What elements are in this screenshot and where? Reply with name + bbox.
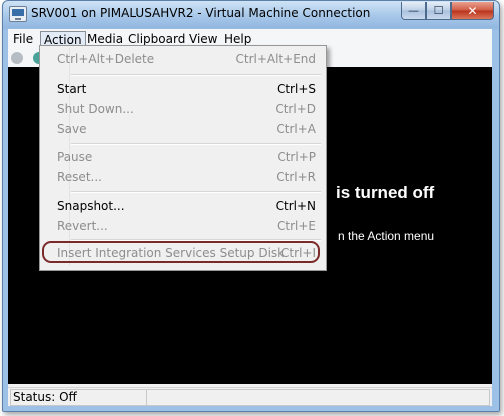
maximize-button[interactable]: ☐ (426, 2, 451, 20)
menu-item-shortcut: Ctrl+R (276, 170, 316, 184)
menu-separator (71, 191, 321, 193)
minimize-button[interactable]: — (401, 2, 426, 20)
menu-item-label: Snapshot... (57, 199, 125, 213)
menu-item-shortcut: Ctrl+Alt+End (235, 52, 316, 66)
status-text: Status: Off (10, 389, 147, 406)
menu-item-reset[interactable]: Reset... Ctrl+R (42, 167, 322, 187)
menu-item-label: Reset... (57, 170, 102, 184)
title-bar[interactable]: SRV001 on PIMALUSAHVR2 - Virtual Machine… (3, 1, 499, 29)
menu-item-shortcut: Ctrl+E (277, 219, 316, 233)
menu-item-snapshot[interactable]: Snapshot... Ctrl+N (42, 196, 322, 216)
minimize-icon: — (408, 4, 419, 17)
menu-item-pause[interactable]: Pause Ctrl+P (42, 147, 322, 167)
menu-item-shut-down[interactable]: Shut Down... Ctrl+D (42, 99, 322, 119)
menu-item-label: Pause (57, 150, 93, 164)
status-bar: Status: Off (8, 387, 492, 406)
vm-connection-app-icon (9, 6, 27, 22)
menu-item-shortcut: Ctrl+A (276, 122, 316, 136)
menu-item-ctrl-alt-delete[interactable]: Ctrl+Alt+Delete Ctrl+Alt+End (42, 49, 322, 69)
menu-item-start[interactable]: Start Ctrl+S (42, 79, 322, 99)
menu-file[interactable]: File (10, 31, 36, 47)
menu-separator (71, 143, 321, 145)
ctrl-alt-del-icon[interactable] (11, 52, 23, 64)
menu-item-label: Revert... (57, 219, 108, 233)
menu-separator (71, 74, 321, 76)
menu-item-save[interactable]: Save Ctrl+A (42, 119, 322, 139)
menu-item-shortcut: Ctrl+P (277, 150, 316, 164)
menu-item-shortcut: Ctrl+S (276, 82, 316, 96)
menu-item-shortcut: Ctrl+D (275, 102, 316, 116)
menu-item-label: Start (57, 82, 87, 96)
vm-connection-window: SRV001 on PIMALUSAHVR2 - Virtual Machine… (2, 0, 500, 412)
caption-buttons: — ☐ ✕ (401, 2, 494, 21)
menu-item-shortcut: Ctrl+N (275, 199, 316, 213)
vm-hint-message: n the Action menu (338, 229, 435, 243)
close-icon: ✕ (467, 3, 478, 18)
menu-item-revert[interactable]: Revert... Ctrl+E (42, 216, 322, 236)
annotation-highlight-box (42, 241, 320, 263)
status-bar-panel (146, 389, 490, 406)
action-menu-dropdown: Ctrl+Alt+Delete Ctrl+Alt+End Start Ctrl+… (39, 45, 327, 271)
menu-item-label: Shut Down... (57, 102, 134, 116)
maximize-icon: ☐ (433, 4, 444, 17)
close-button[interactable]: ✕ (451, 2, 494, 20)
vm-status-message: is turned off (336, 183, 435, 202)
menu-item-label: Ctrl+Alt+Delete (57, 52, 155, 66)
menu-item-label: Save (57, 122, 87, 136)
window-title: SRV001 on PIMALUSAHVR2 - Virtual Machine… (31, 6, 371, 20)
